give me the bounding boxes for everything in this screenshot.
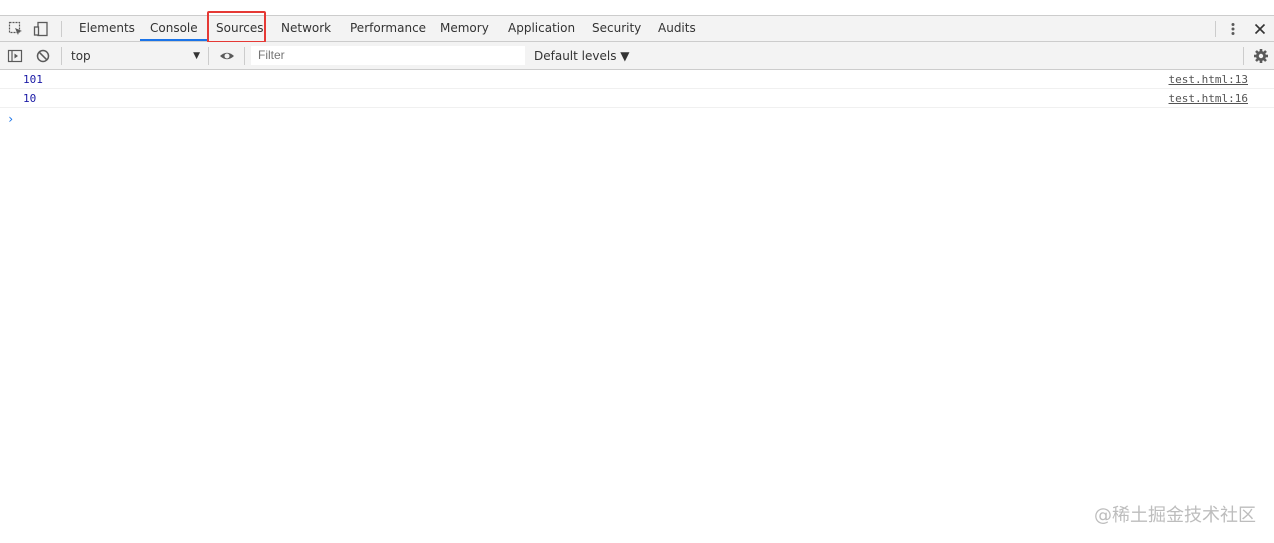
tab-performance[interactable]: Performance [340,16,436,41]
console-message-value: 10 [23,92,37,105]
log-levels-dropdown[interactable]: Default levels ▼ [534,46,630,66]
device-toolbar-icon[interactable] [33,21,49,37]
tab-memory[interactable]: Memory [430,16,499,41]
console-message: 101 test.html:13 [0,70,1274,89]
context-selector-value: top [71,49,91,63]
console-output: 101 test.html:13 10 test.html:16 › [0,70,1274,126]
console-prompt[interactable]: › [7,112,14,126]
toolbar-divider [208,47,209,65]
tab-sources[interactable]: Sources [206,16,273,41]
context-selector[interactable]: top ▼ [66,46,206,66]
toolbar-divider [61,47,62,65]
console-message-source-link[interactable]: test.html:16 [1169,92,1248,105]
toolbar-divider [1215,21,1216,37]
tab-security[interactable]: Security [582,16,651,41]
console-message-value: 101 [23,73,43,86]
clear-console-icon[interactable] [35,48,51,64]
console-message: 10 test.html:16 [0,89,1274,108]
toolbar-divider [1243,47,1244,65]
window-top-strip [0,0,1274,15]
filter-input[interactable] [251,46,525,65]
tab-elements[interactable]: Elements [69,16,145,41]
tab-network[interactable]: Network [271,16,341,41]
tab-application[interactable]: Application [498,16,585,41]
tab-audits[interactable]: Audits [648,16,706,41]
dropdown-arrow-icon: ▼ [193,51,200,61]
tab-console[interactable]: Console [140,16,208,41]
devtools-tab-bar: Elements Console Sources Network Perform… [0,15,1274,42]
toolbar-divider [244,47,245,65]
more-vertical-icon[interactable] [1225,21,1241,37]
console-sidebar-icon[interactable] [7,48,23,64]
toolbar-divider [61,21,62,37]
live-expression-icon[interactable] [219,48,235,64]
watermark: @稀土掘金技术社区 [1094,505,1256,526]
console-toolbar: top ▼ Default levels ▼ [0,42,1274,70]
close-icon[interactable] [1252,21,1268,37]
gear-icon[interactable] [1253,48,1269,64]
console-message-source-link[interactable]: test.html:13 [1169,73,1248,86]
inspect-element-icon[interactable] [8,21,24,37]
